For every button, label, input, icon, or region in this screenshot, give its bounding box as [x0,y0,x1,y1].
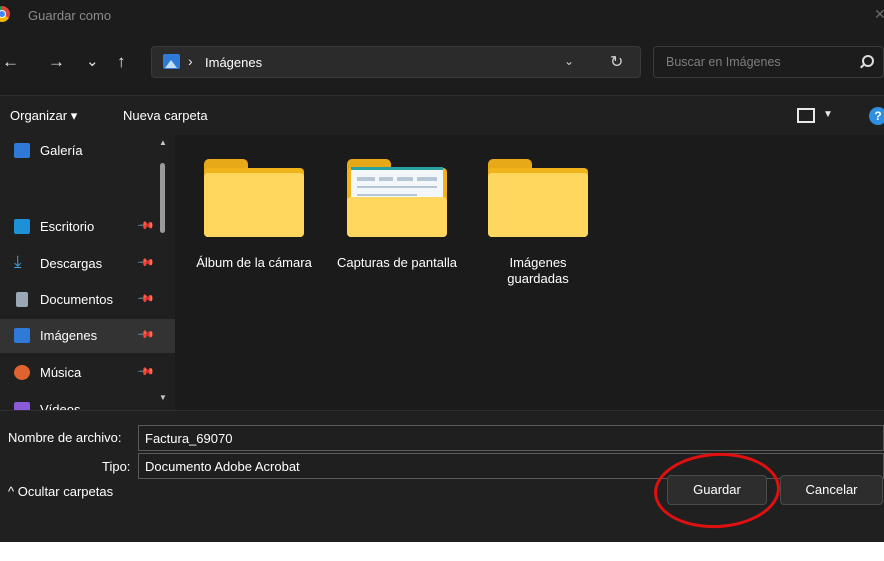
scroll-down-icon[interactable]: ▼ [159,393,167,402]
pictures-icon [14,328,30,343]
sidebar-item-label: Descargas [40,256,103,271]
sidebar-item-descargas[interactable]: ⤓ Descargas 📌 [0,247,175,281]
sidebar-scrollbar[interactable]: ▲ ▼ [157,135,169,410]
folder-icon [488,159,588,237]
pin-icon: 📌 [136,253,155,272]
filename-value[interactable]: Factura_69070 [145,431,232,446]
sidebar-item-label: Escritorio [40,219,95,234]
file-type-value[interactable]: Documento Adobe Acrobat [145,459,300,474]
chrome-app-icon [0,6,10,22]
scroll-up-icon[interactable]: ▲ [159,138,167,147]
gallery-icon [14,143,30,158]
file-list: Álbum de la cámara Capturas de pantalla … [175,135,884,410]
sidebar-item-musica[interactable]: Música 📌 [0,356,175,390]
folder-item[interactable]: Capturas de pantalla [337,155,457,305]
folder-label: Álbum de la cámara [196,255,312,270]
download-icon: ⤓ [14,252,22,271]
new-folder-button[interactable]: Nueva carpeta [123,108,208,123]
organize-menu-button[interactable]: Organizar ▾ [10,108,77,124]
address-bar[interactable]: › Imágenes ⌄ ↻ [151,46,641,78]
recent-locations-icon[interactable]: ⌄ [86,52,99,72]
breadcrumb-current[interactable]: Imágenes [205,55,262,70]
pin-icon: 📌 [136,216,155,235]
back-icon[interactable]: ← [2,52,19,72]
scroll-thumb[interactable] [160,163,165,233]
cancel-button[interactable]: Cancelar [780,475,883,505]
breadcrumb-separator: › [188,53,193,69]
up-folder-icon[interactable]: ↑ [117,52,126,72]
filename-label: Nombre de archivo: [8,430,122,445]
video-icon [14,402,30,410]
search-input[interactable]: Buscar en Imágenes [666,55,781,69]
title-bar: Guardar como ✕ [0,0,884,33]
refresh-icon[interactable]: ↻ [610,52,623,72]
view-mode-icon[interactable] [797,108,815,123]
sidebar-item-label: Imágenes [40,328,98,343]
help-icon[interactable]: ? [869,107,884,125]
sidebar-item-escritorio[interactable]: Escritorio 📌 [0,210,175,244]
close-icon[interactable]: ✕ [874,6,884,23]
view-dropdown-icon[interactable]: ▼ [823,109,833,120]
pictures-folder-icon [163,54,180,69]
sidebar-item-videos[interactable]: Vídeos [0,393,175,410]
pin-icon: 📌 [136,325,155,344]
music-icon [14,365,30,380]
sidebar-item-galeria[interactable]: Galería [0,135,175,169]
sidebar-item-label: Galería [40,143,83,158]
document-icon [16,292,28,307]
sidebar-item-label: Documentos [40,292,113,307]
search-icon[interactable] [862,55,874,67]
command-bar: Organizar ▾ Nueva carpeta ▼ ? [0,95,884,136]
search-box[interactable]: Buscar en Imágenes [653,46,884,78]
hide-folders-toggle[interactable]: ^ Ocultar carpetas [8,484,113,499]
folder-item[interactable]: Imágenes guardadas [478,155,598,305]
desktop-icon [14,219,30,234]
window-title: Guardar como [28,8,112,23]
filename-field[interactable]: Factura_69070 [138,425,884,451]
folder-label: Imágenes guardadas [507,255,569,286]
chevron-down-icon[interactable]: ⌄ [564,54,574,68]
forward-icon[interactable]: → [48,52,65,72]
navigation-bar: ← → ⌄ ↑ › Imágenes ⌄ ↻ Buscar en Imágene… [0,33,884,95]
sidebar-item-imagenes[interactable]: Imágenes 📌 [0,319,175,353]
sidebar-item-documentos[interactable]: Documentos 📌 [0,283,175,317]
folder-icon [204,159,304,237]
type-label: Tipo: [102,459,131,474]
pin-icon: 📌 [136,289,155,308]
folder-icon [347,159,447,237]
folder-label: Capturas de pantalla [337,255,457,270]
sidebar-item-label: Música [40,365,82,380]
pin-icon: 📌 [136,362,155,381]
sidebar-item-label: Vídeos [40,402,81,410]
folder-item[interactable]: Álbum de la cámara [194,155,314,305]
navigation-pane: Galería Escritorio 📌 ⤓ Descargas 📌 Docum… [0,135,175,410]
